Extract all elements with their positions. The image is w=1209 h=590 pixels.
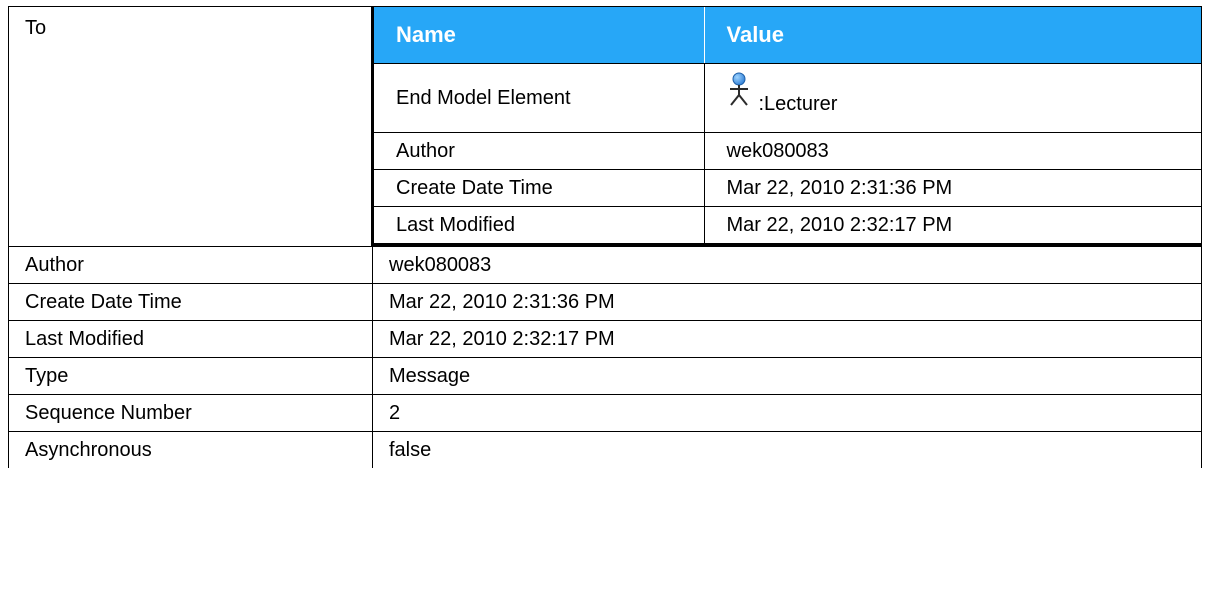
- property-row-author: Author wek080083: [8, 246, 1202, 284]
- actor-name: :Lecturer: [758, 93, 838, 115]
- to-nested-table: Name Value End Model Element:Lecturer A…: [374, 7, 1201, 246]
- nested-cell-value: Mar 22, 2010 2:31:36 PM: [703, 169, 1201, 207]
- property-value: Mar 22, 2010 2:32:17 PM: [372, 320, 1202, 358]
- property-row-create-date-time: Create Date Time Mar 22, 2010 2:31:36 PM: [8, 283, 1202, 321]
- nested-row-end-model-element: End Model Element:Lecturer: [374, 63, 1201, 133]
- actor-link[interactable]: :Lecturer: [727, 72, 837, 115]
- property-name: Author: [8, 246, 373, 284]
- nested-cell-value: Mar 22, 2010 2:32:17 PM: [703, 206, 1201, 246]
- to-nested-table-cell: Name Value End Model Element:Lecturer A…: [371, 6, 1202, 247]
- property-name: Type: [8, 357, 373, 395]
- property-row-last-modified: Last Modified Mar 22, 2010 2:32:17 PM: [8, 320, 1202, 358]
- property-row-asynchronous: Asynchronous false: [8, 431, 1202, 468]
- property-value: Message: [372, 357, 1202, 395]
- nested-cell-value: wek080083: [703, 132, 1201, 170]
- property-value: Mar 22, 2010 2:31:36 PM: [372, 283, 1202, 321]
- nested-cell-name: Create Date Time: [374, 169, 705, 207]
- nested-cell-value: :Lecturer: [703, 63, 1201, 133]
- header-name: Name: [374, 7, 705, 64]
- header-value: Value: [703, 7, 1201, 64]
- nested-cell-name: End Model Element: [374, 63, 705, 133]
- property-name: Asynchronous: [8, 431, 373, 468]
- to-label: To: [8, 6, 373, 247]
- property-name: Create Date Time: [8, 283, 373, 321]
- actor-icon: [729, 72, 748, 106]
- property-name: Last Modified: [8, 320, 373, 358]
- property-value: 2: [372, 394, 1202, 432]
- property-row-type: Type Message: [8, 357, 1202, 395]
- property-row-sequence-number: Sequence Number 2: [8, 394, 1202, 432]
- to-row: To Name Value End Model Element:Lecture…: [8, 6, 1202, 247]
- property-name: Sequence Number: [8, 394, 373, 432]
- properties-table: To Name Value End Model Element:Lecture…: [8, 6, 1202, 468]
- nested-cell-name: Author: [374, 132, 705, 170]
- nested-row-last-modified: Last Modified Mar 22, 2010 2:32:17 PM: [374, 206, 1201, 246]
- nested-header-row: Name Value: [374, 7, 1201, 64]
- property-value: wek080083: [372, 246, 1202, 284]
- nested-row-author: Author wek080083: [374, 132, 1201, 170]
- nested-cell-name: Last Modified: [374, 206, 705, 246]
- nested-row-create-date-time: Create Date Time Mar 22, 2010 2:31:36 PM: [374, 169, 1201, 207]
- property-value: false: [372, 431, 1202, 468]
- properties-page: To Name Value End Model Element:Lecture…: [0, 0, 1209, 590]
